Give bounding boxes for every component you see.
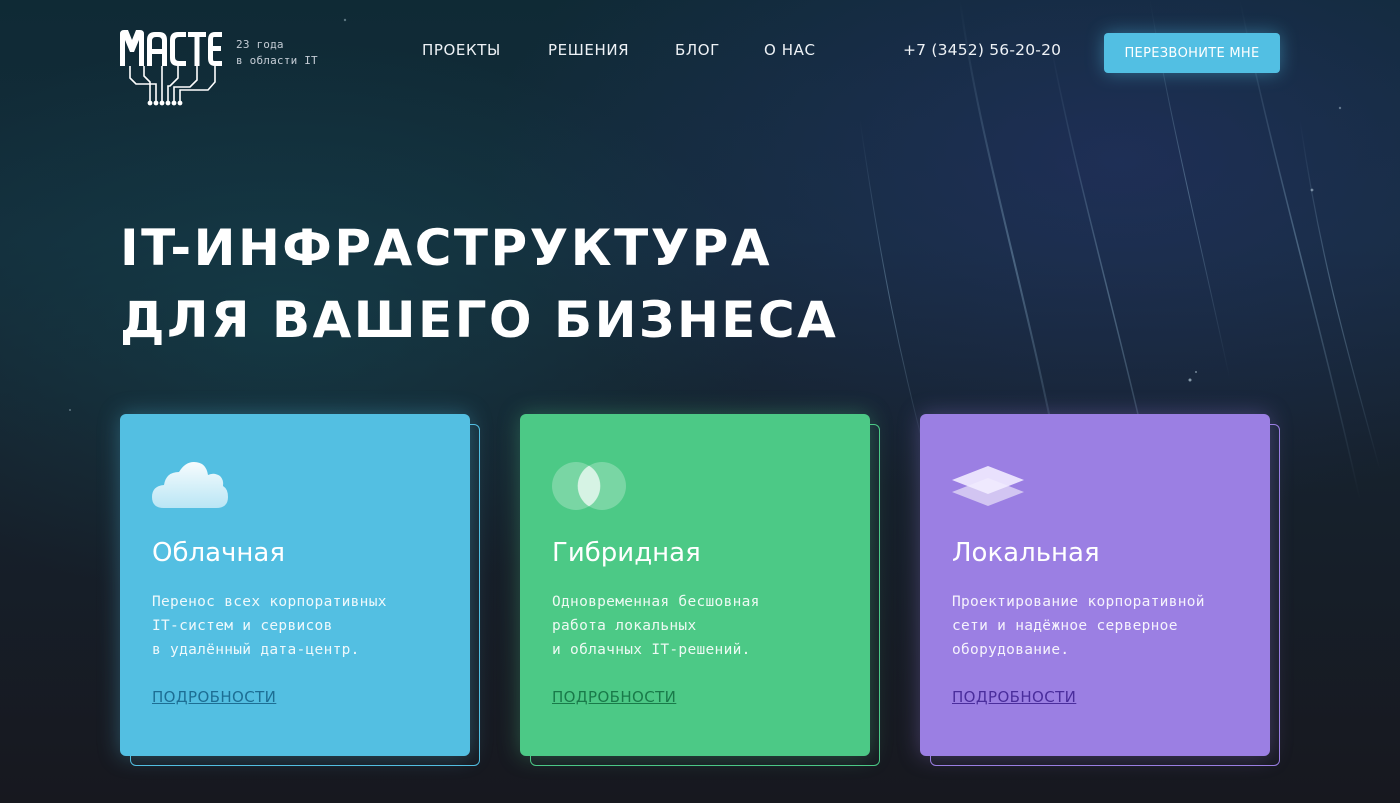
nav-item-solutions[interactable]: РЕШЕНИЯ (548, 41, 629, 59)
card-description-line: Проектирование корпоративной (952, 594, 1205, 610)
card-body[interactable]: Локальная Проектирование корпоративной с… (920, 414, 1270, 756)
solution-card-cloud: Облачная Перенос всех корпоративных IT-с… (120, 414, 480, 766)
card-title: Гибридная (552, 538, 701, 568)
nav-item-blog[interactable]: БЛОГ (675, 41, 720, 59)
callback-button[interactable]: ПЕРЕЗВОНИТЕ МНЕ (1104, 33, 1280, 73)
cloud-icon (152, 462, 228, 508)
nav-item-about[interactable]: О НАС (764, 41, 816, 59)
card-description-line: сети и надёжное серверное (952, 618, 1178, 634)
hero-title: IT-ИНФРАСТРУКТУРА ДЛЯ ВАШЕГО БИЗНЕСА (120, 212, 838, 356)
card-description: Одновременная бесшовная работа локальных… (552, 590, 842, 662)
card-description: Перенос всех корпоративных IT-систем и с… (152, 590, 442, 662)
card-body[interactable]: Облачная Перенос всех корпоративных IT-с… (120, 414, 470, 756)
solution-card-local: Локальная Проектирование корпоративной с… (920, 414, 1280, 766)
tagline-years: 23 года (236, 38, 284, 51)
card-description-line: IT-систем и сервисов (152, 618, 333, 634)
card-body[interactable]: Гибридная Одновременная бесшовная работа… (520, 414, 870, 756)
card-description-line: работа локальных (552, 618, 697, 634)
details-link-local[interactable]: ПОДРОБНОСТИ (952, 688, 1076, 706)
logo-tagline: 23 года в области IT (236, 37, 318, 69)
card-description-line: в удалённый дата-центр. (152, 642, 360, 658)
card-description-line: и облачных IT-решений. (552, 642, 751, 658)
site-header: 23 года в области IT ПРОЕКТЫ РЕШЕНИЯ БЛО… (0, 0, 1400, 110)
card-title: Облачная (152, 538, 285, 568)
hero-title-line2: ДЛЯ ВАШЕГО БИЗНЕСА (120, 291, 839, 349)
logo[interactable] (120, 30, 222, 106)
card-title: Локальная (952, 538, 1100, 568)
hero-title-line1: IT-ИНФРАСТРУКТУРА (120, 219, 773, 277)
solution-card-hybrid: Гибридная Одновременная бесшовная работа… (520, 414, 880, 766)
tagline-area: в области IT (236, 54, 318, 67)
card-description-line: оборудование. (952, 642, 1070, 658)
card-description: Проектирование корпоративной сети и надё… (952, 590, 1242, 662)
details-link-hybrid[interactable]: ПОДРОБНОСТИ (552, 688, 676, 706)
card-description-line: Одновременная бесшовная (552, 594, 760, 610)
phone-link[interactable]: +7 (3452) 56-20-20 (903, 41, 1061, 59)
nav-item-projects[interactable]: ПРОЕКТЫ (422, 41, 501, 59)
layers-icon (952, 466, 1024, 506)
hybrid-circles-icon (552, 462, 626, 510)
details-link-cloud[interactable]: ПОДРОБНОСТИ (152, 688, 276, 706)
card-description-line: Перенос всех корпоративных (152, 594, 387, 610)
